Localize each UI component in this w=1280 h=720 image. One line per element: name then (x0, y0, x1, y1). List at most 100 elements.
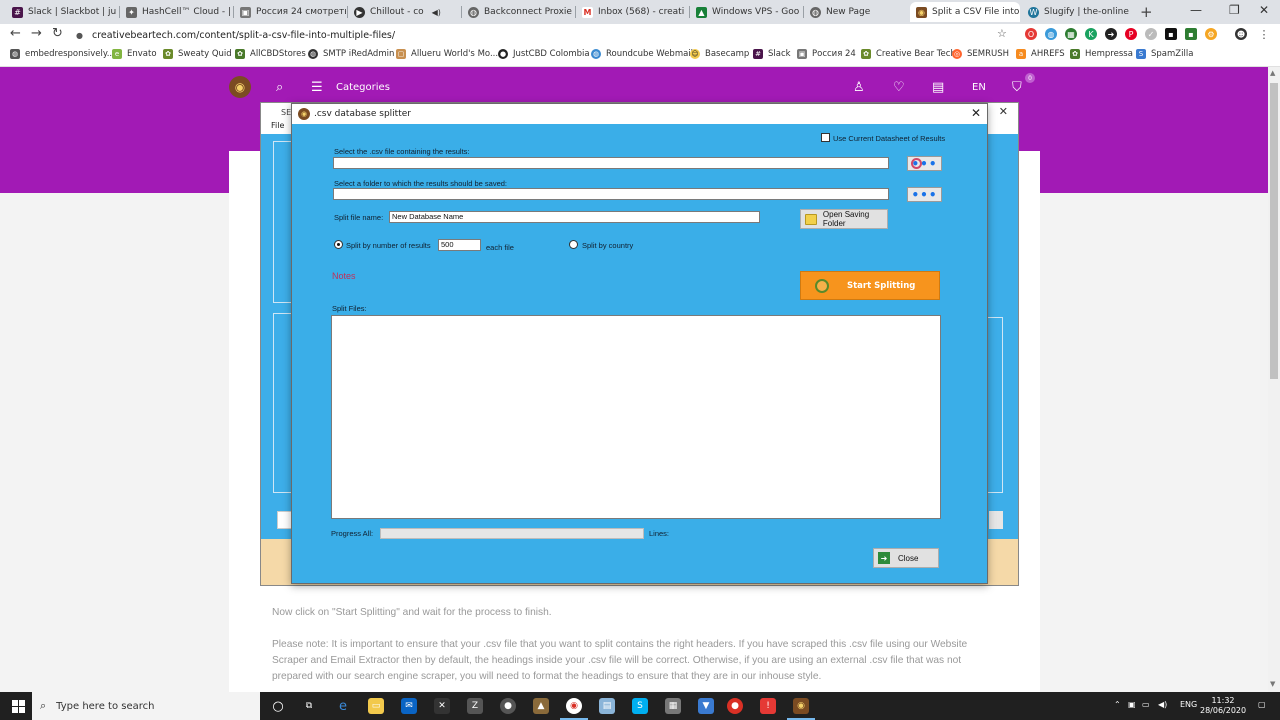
chrome-icon[interactable]: ◉ (566, 698, 582, 714)
dialog-close-icon[interactable]: ✕ (971, 106, 981, 120)
split-by-country-radio[interactable] (569, 240, 578, 249)
scroll-up-arrow[interactable]: ▲ (1270, 69, 1275, 77)
tab-slugify[interactable]: W Slugify | the-online (1022, 2, 1134, 22)
bookmark-item[interactable]: ◍ Roundcube Webmail (591, 49, 693, 59)
task-view-icon[interactable]: ⧉ (301, 698, 317, 714)
language-indicator[interactable]: ENG (1180, 700, 1197, 709)
tray-chevron-icon[interactable]: ⌃ (1114, 700, 1121, 709)
page-scrollbar[interactable]: ▲ ▼ (1268, 67, 1280, 692)
bookmark-item[interactable]: ✿ AllCBDStores (235, 49, 306, 59)
scrollbar-thumb[interactable] (1270, 83, 1278, 379)
language-selector[interactable]: EN (972, 82, 986, 93)
bg-button[interactable] (989, 511, 1003, 529)
cortana-icon[interactable]: ○ (270, 698, 286, 714)
use-current-datasheet-checkbox[interactable] (821, 133, 830, 142)
tab-split-csv[interactable]: ◉ Split a CSV File into (910, 2, 1020, 22)
reload-button[interactable]: ↻ (52, 26, 63, 41)
tray-app-icon[interactable]: ▣ (1128, 700, 1136, 709)
bookmark-item[interactable]: ▢ Allueru World's Mo... (396, 49, 498, 59)
bookmark-item[interactable]: e Envato (112, 49, 157, 59)
results-per-file-input[interactable]: 500 (438, 239, 481, 251)
cart-icon[interactable]: ⛉ (1012, 80, 1022, 95)
site-logo[interactable]: ◉ (229, 76, 251, 98)
address-bar[interactable]: ● creativebeartech.com/content/split-a-c… (76, 26, 1011, 44)
notifications-icon[interactable]: ▢ (1258, 700, 1266, 709)
taskbar-search-box[interactable]: ⌕ Type here to search (32, 692, 260, 720)
audio-icon[interactable]: ◀) (432, 8, 441, 17)
minimize-button[interactable]: — (1190, 3, 1202, 17)
green-ext-icon[interactable]: ▪ (1185, 28, 1197, 40)
bookmark-item[interactable]: ▣ Россия 24 (797, 49, 856, 59)
split-files-list[interactable] (331, 315, 941, 519)
tab-slack[interactable]: # Slack | Slackbot | ju (6, 2, 118, 22)
split-by-number-radio[interactable] (334, 240, 343, 249)
mail-icon[interactable]: ✉ (401, 698, 417, 714)
arrow-ext-icon[interactable]: ➜ (1105, 28, 1117, 40)
app-icon[interactable]: ▼ (698, 698, 714, 714)
categories-link[interactable]: Categories (336, 82, 390, 93)
back-button[interactable]: ← (10, 26, 21, 41)
app-icon[interactable]: ▤ (599, 698, 615, 714)
hamburger-menu-icon[interactable]: ☰ (311, 80, 323, 95)
wishlist-heart-icon[interactable]: ♡ (893, 80, 905, 95)
check-ext-icon[interactable]: ✓ (1145, 28, 1157, 40)
bookmark-item[interactable]: # Slack (753, 49, 791, 59)
skype-icon[interactable]: S (632, 698, 648, 714)
close-button[interactable]: ➜ Close (873, 548, 939, 568)
save-folder-input[interactable] (333, 188, 889, 200)
opera-ext-icon[interactable]: O (1025, 28, 1037, 40)
volume-icon[interactable]: ◀) (1158, 700, 1167, 709)
split-file-name-input[interactable]: New Database Name (389, 211, 760, 223)
grid-ext-icon[interactable]: ▦ (1065, 28, 1077, 40)
bookmark-item[interactable]: ☺ Basecamp (690, 49, 749, 59)
menu-kebab-icon[interactable]: ⋮ (1258, 28, 1270, 41)
app-icon[interactable]: ▦ (665, 698, 681, 714)
file-explorer-icon[interactable]: ▭ (368, 698, 384, 714)
tab-new-page[interactable]: ◍ New Page (804, 2, 910, 22)
tab-drive[interactable]: ▲ Windows VPS - Goo (690, 2, 802, 22)
tab-gmail[interactable]: M Inbox (568) - creati (576, 2, 688, 22)
k-ext-icon[interactable]: K (1085, 28, 1097, 40)
system-clock[interactable]: 11:32 28/06/2020 (1200, 696, 1246, 716)
new-tab-button[interactable]: + (1140, 3, 1153, 21)
windows-start-icon[interactable] (12, 700, 25, 713)
globe-ext-icon[interactable]: ◍ (1045, 28, 1057, 40)
dark-ext-icon[interactable]: ▪ (1165, 28, 1177, 40)
bookmark-item[interactable]: ◍ embedresponsively... (10, 49, 115, 59)
bookmark-item[interactable]: ◍ SMTP iRedAdmin (308, 49, 394, 59)
tab-hashcell[interactable]: ✦ HashCell™ Cloud - | (120, 2, 232, 22)
compare-icon[interactable]: ▤ (932, 80, 944, 95)
tab-chillout[interactable]: ▶ Chillout - co ◀) (348, 2, 460, 22)
pinterest-ext-icon[interactable]: P (1125, 28, 1137, 40)
app-icon[interactable]: ! (760, 698, 776, 714)
app-icon[interactable]: ▲ (533, 698, 549, 714)
restore-button[interactable]: ❐ (1229, 3, 1240, 17)
window-close-button[interactable]: ✕ (1259, 3, 1269, 17)
bookmark-item[interactable]: ✿ Creative Bear Tech (861, 49, 956, 59)
start-splitting-button[interactable]: Start Splitting (800, 271, 940, 300)
scroll-down-arrow[interactable]: ▼ (1270, 680, 1275, 688)
network-icon[interactable]: ▭ (1142, 700, 1150, 709)
open-saving-folder-button[interactable]: Open Saving Folder (800, 209, 888, 229)
app-icon[interactable]: ● (500, 698, 516, 714)
tab-rossiya24[interactable]: ▣ Россия 24 смотреть (234, 2, 346, 22)
tab-backconnect[interactable]: ◍ Backconnect Proxie (462, 2, 574, 22)
bookmark-item[interactable]: ✿ Sweaty Quid (163, 49, 232, 59)
bookmark-item[interactable]: ◎ SEMRUSH (952, 49, 1009, 59)
gear-ext-icon[interactable]: ⚙ (1205, 28, 1217, 40)
record-icon[interactable]: ● (727, 698, 743, 714)
avatar-ext-icon[interactable]: ☻ (1235, 28, 1247, 40)
bookmark-item[interactable]: ✿ Hempressa (1070, 49, 1133, 59)
bookmark-star-icon[interactable]: ☆ (997, 27, 1007, 40)
bg-window-close-icon[interactable]: ✕ (999, 105, 1008, 118)
bookmark-item[interactable]: S SpamZilla (1136, 49, 1193, 59)
bookmark-item[interactable]: ● JustCBD Colombia (498, 49, 590, 59)
browse-folder-button[interactable]: ••• (907, 187, 942, 202)
account-icon[interactable]: ♙ (853, 80, 865, 95)
edge-icon[interactable]: e (335, 698, 351, 714)
x-app-icon[interactable]: ✕ (434, 698, 450, 714)
csv-file-input[interactable] (333, 157, 889, 169)
z-app-icon[interactable]: Z (467, 698, 483, 714)
search-icon[interactable]: ⌕ (276, 80, 283, 95)
bookmark-item[interactable]: a AHREFS (1016, 49, 1065, 59)
